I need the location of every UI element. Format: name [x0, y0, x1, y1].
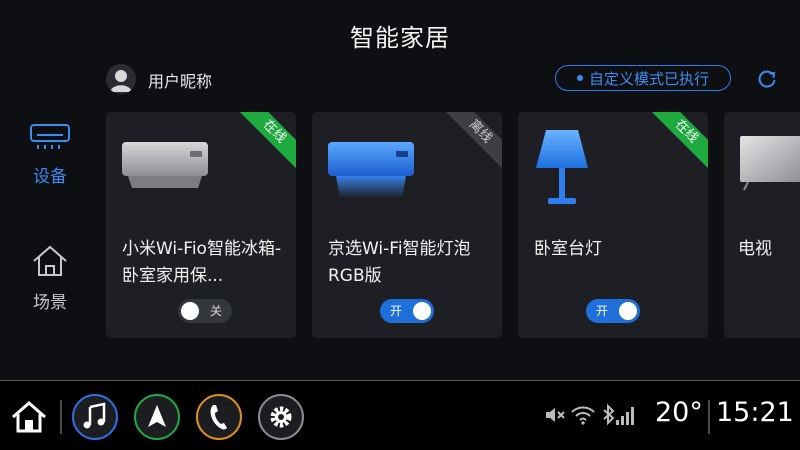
- device-card[interactable]: 电视: [724, 112, 800, 338]
- toggle-label: 开: [390, 304, 403, 318]
- status-badge: 在线: [644, 112, 708, 174]
- signal-icon: [616, 407, 634, 425]
- desk-lamp-icon: [536, 130, 588, 204]
- device-card[interactable]: 在线 小米Wi-Fio智能冰箱-卧室家用保... 关: [106, 112, 296, 338]
- home-button[interactable]: [10, 400, 48, 434]
- device-card[interactable]: 离线 京选Wi-Fi智能灯泡 RGB版 开: [312, 112, 502, 338]
- device-name: 小米Wi-Fio智能冰箱-卧室家用保...: [122, 239, 282, 286]
- power-toggle[interactable]: 关: [178, 299, 232, 323]
- toggle-knob: [413, 302, 431, 320]
- sidebar-item-label: 场景: [33, 293, 67, 313]
- device-card[interactable]: 在线 卧室台灯 开: [518, 112, 708, 338]
- toggle-label: 开: [596, 304, 609, 318]
- page-title: 智能家居: [350, 24, 450, 52]
- toggle-label: 关: [209, 304, 222, 318]
- air-conditioner-icon: [30, 124, 70, 149]
- device-name: 卧室台灯: [534, 239, 602, 259]
- phone-button[interactable]: [196, 394, 242, 440]
- air-conditioner-blue-icon: [328, 142, 414, 198]
- sidebar-item-devices[interactable]: 设备: [20, 122, 80, 187]
- navigation-icon: [148, 405, 166, 427]
- toggle-knob: [181, 302, 199, 320]
- status-separator: [708, 400, 710, 434]
- sidebar-item-label: 设备: [33, 167, 67, 187]
- mute-icon: [546, 408, 565, 422]
- sidebar-item-scenes[interactable]: 场景: [20, 244, 80, 313]
- home-icon: [33, 245, 67, 276]
- avatar[interactable]: [106, 64, 136, 94]
- phone-icon: [210, 405, 227, 430]
- user-icon: [110, 70, 132, 92]
- wifi-icon: [571, 406, 595, 425]
- device-name: 电视: [738, 239, 772, 259]
- tv-icon: [740, 136, 800, 191]
- refresh-icon: [758, 70, 776, 88]
- music-button[interactable]: [72, 394, 118, 440]
- temperature-readout: 20°: [655, 397, 703, 428]
- mode-status-pill[interactable]: 自定义模式已执行: [555, 65, 731, 91]
- home-icon: [12, 401, 46, 433]
- music-icon: [83, 402, 106, 429]
- settings-button[interactable]: [258, 394, 304, 440]
- power-toggle[interactable]: 开: [380, 299, 434, 323]
- dock-separator: [60, 400, 62, 434]
- user-nickname: 用户昵称: [148, 72, 213, 91]
- air-conditioner-gray-icon: [122, 142, 208, 188]
- refresh-button[interactable]: [756, 68, 778, 90]
- device-name: 京选Wi-Fi智能灯泡 RGB版: [328, 239, 471, 286]
- status-dot-icon: [576, 75, 583, 81]
- mode-status-label: 自定义模式已执行: [588, 69, 709, 88]
- clock: 15:21: [716, 397, 794, 428]
- status-badge: 离线: [438, 112, 502, 174]
- settings-icon: [270, 406, 292, 428]
- power-toggle[interactable]: 开: [586, 299, 640, 323]
- status-badge: 在线: [232, 112, 296, 174]
- toggle-knob: [619, 302, 637, 320]
- navigation-button[interactable]: [134, 394, 180, 440]
